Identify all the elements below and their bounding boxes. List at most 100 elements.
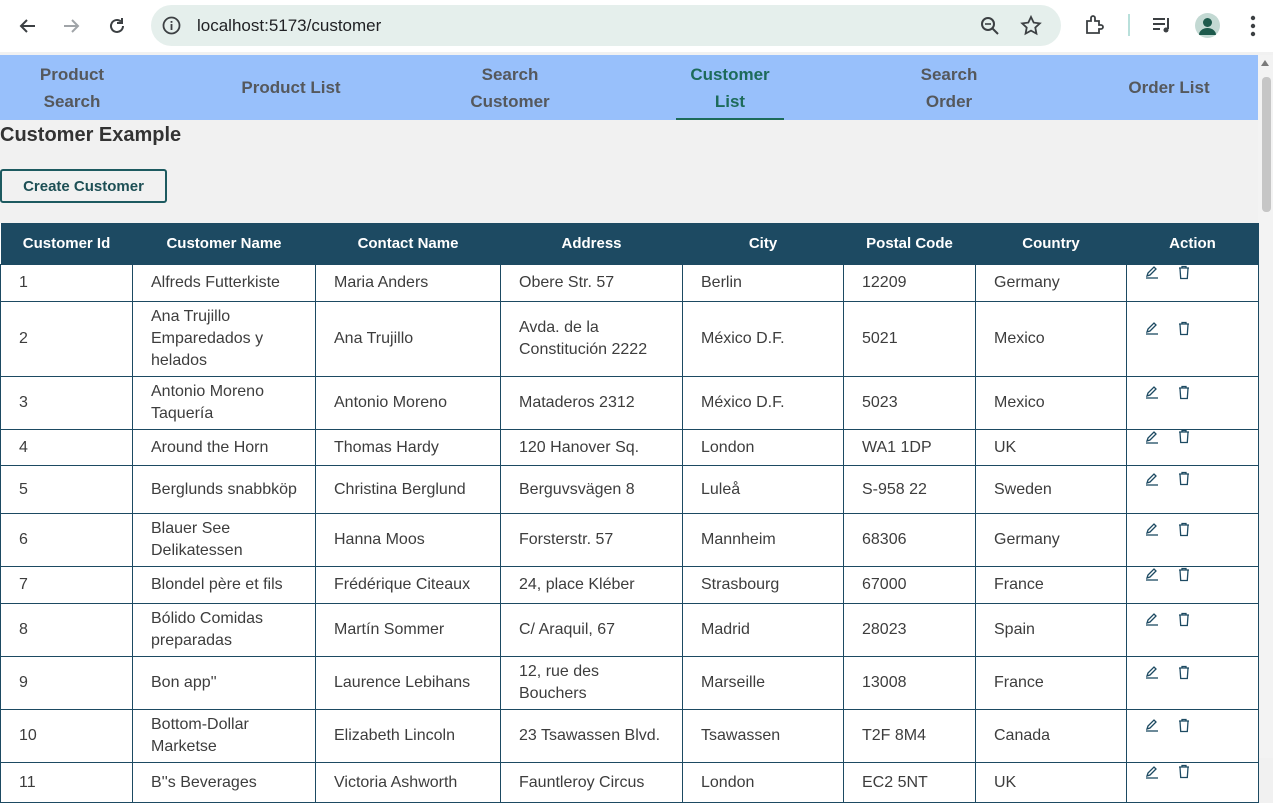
- customer-table: Customer Id Customer Name Contact Name Addr…: [0, 223, 1259, 803]
- column-header-postal-code: Postal Code: [843, 223, 976, 265]
- table-row: 1 Alfreds Futterkiste Maria Anders Obere St…: [0, 264, 1259, 302]
- back-button[interactable]: [13, 11, 43, 41]
- cell-city: Marseille: [682, 656, 844, 710]
- forward-arrow-icon: [64, 19, 80, 33]
- cell-country: Mexico: [975, 376, 1127, 430]
- delete-trash-icon[interactable]: [1177, 385, 1191, 400]
- cell-customer-id: 5: [0, 465, 133, 514]
- cell-country: Germany: [975, 264, 1127, 302]
- edit-icon[interactable]: [1145, 472, 1159, 486]
- cell-country: UK: [975, 429, 1127, 466]
- edit-icon[interactable]: [1145, 567, 1159, 581]
- cell-city: Tsawassen: [682, 709, 844, 763]
- cell-postal-code: T2F 8M4: [843, 709, 976, 763]
- reload-button[interactable]: [102, 11, 132, 41]
- cell-customer-name: Blondel père et fils: [132, 566, 316, 604]
- active-tab-indicator: [676, 118, 784, 120]
- tab-search-customer[interactable]: Search Customer: [455, 55, 565, 120]
- edit-icon[interactable]: [1145, 612, 1159, 626]
- delete-trash-icon[interactable]: [1177, 471, 1191, 486]
- cell-customer-id: 2: [0, 301, 133, 377]
- cell-address: 12, rue des Bouchers: [500, 656, 683, 710]
- cell-address: Avda. de la Constitución 2222: [500, 301, 683, 377]
- delete-trash-icon[interactable]: [1177, 718, 1191, 733]
- profile-avatar[interactable]: [1195, 13, 1220, 38]
- table-row: 8 Bólido Comidas preparadas Martín Sommer C…: [0, 603, 1259, 657]
- cell-postal-code: WA1 1DP: [843, 429, 976, 466]
- tab-product-search[interactable]: Product Search: [20, 55, 124, 120]
- table-row: 6 Blauer See Delikatessen Hanna Moos Forste…: [0, 513, 1259, 567]
- column-header-customer-id: Customer Id: [0, 223, 133, 265]
- cell-address: 23 Tsawassen Blvd.: [500, 709, 683, 763]
- cell-action: [1126, 656, 1259, 710]
- cell-action: [1126, 709, 1259, 763]
- tab-label: Search Customer: [470, 64, 550, 111]
- cell-country: UK: [975, 762, 1127, 803]
- cell-postal-code: S-958 22: [843, 465, 976, 514]
- zoom-icon[interactable]: [979, 15, 1001, 37]
- cell-postal-code: 28023: [843, 603, 976, 657]
- tab-order-list[interactable]: Order List: [1116, 55, 1222, 120]
- cell-country: Spain: [975, 603, 1127, 657]
- cell-customer-name: Antonio Moreno Taquería: [132, 376, 316, 430]
- tab-customer-list[interactable]: Customer List: [676, 55, 784, 120]
- tab-label: Customer List: [690, 64, 770, 111]
- delete-trash-icon[interactable]: [1177, 665, 1191, 680]
- cell-customer-id: 11: [0, 762, 133, 803]
- edit-icon[interactable]: [1145, 718, 1159, 732]
- url-text[interactable]: localhost:5173/customer: [197, 16, 381, 36]
- bookmark-star-icon[interactable]: [1019, 14, 1043, 38]
- edit-icon[interactable]: [1145, 522, 1159, 536]
- delete-trash-icon[interactable]: [1177, 567, 1191, 582]
- column-header-contact-name: Contact Name: [315, 223, 501, 265]
- edit-icon[interactable]: [1145, 385, 1159, 399]
- cell-city: Strasbourg: [682, 566, 844, 604]
- delete-trash-icon[interactable]: [1177, 429, 1191, 444]
- table-header-row: Customer Id Customer Name Contact Name Addr…: [0, 223, 1259, 265]
- cell-contact-name: Ana Trujillo: [315, 301, 501, 377]
- table-body: 1 Alfreds Futterkiste Maria Anders Obere St…: [0, 264, 1259, 803]
- delete-trash-icon[interactable]: [1177, 522, 1191, 537]
- edit-icon[interactable]: [1145, 265, 1159, 279]
- site-info-icon[interactable]: [161, 15, 182, 36]
- toolbar-separator: [1128, 14, 1130, 36]
- cell-city: México D.F.: [682, 376, 844, 430]
- cell-customer-name: Alfreds Futterkiste: [132, 264, 316, 302]
- tab-label: Order List: [1128, 78, 1210, 97]
- delete-trash-icon[interactable]: [1177, 321, 1191, 336]
- cell-customer-id: 10: [0, 709, 133, 763]
- page-title: Customer Example: [0, 124, 182, 146]
- media-controls-icon[interactable]: [1150, 13, 1174, 37]
- cell-country: France: [975, 656, 1127, 710]
- edit-icon[interactable]: [1145, 665, 1159, 679]
- tab-product-list[interactable]: Product List: [226, 55, 356, 120]
- kebab-menu-icon[interactable]: [1243, 14, 1263, 38]
- cell-city: Mannheim: [682, 513, 844, 567]
- cell-customer-id: 3: [0, 376, 133, 430]
- cell-city: Madrid: [682, 603, 844, 657]
- tab-search-order[interactable]: Search Order: [903, 55, 995, 120]
- extensions-puzzle-icon[interactable]: [1083, 13, 1107, 37]
- cell-contact-name: Martín Sommer: [315, 603, 501, 657]
- cell-country: Canada: [975, 709, 1127, 763]
- table-row: 5 Berglunds snabbköp Christina Berglund Ber…: [0, 465, 1259, 514]
- table-row: 9 Bon app'' Laurence Lebihans 12, rue des B…: [0, 656, 1259, 710]
- address-bar[interactable]: localhost:5173/customer: [151, 5, 1061, 46]
- delete-trash-icon[interactable]: [1177, 265, 1191, 280]
- cell-customer-id: 9: [0, 656, 133, 710]
- cell-action: [1126, 603, 1259, 657]
- cell-address: Mataderos 2312: [500, 376, 683, 430]
- delete-trash-icon[interactable]: [1177, 612, 1191, 627]
- edit-icon[interactable]: [1145, 430, 1159, 444]
- forward-button[interactable]: [56, 11, 86, 41]
- cell-customer-name: Blauer See Delikatessen: [132, 513, 316, 567]
- edit-icon[interactable]: [1145, 321, 1159, 335]
- scroll-up-arrow-icon[interactable]: [1261, 60, 1269, 66]
- table-row: 10 Bottom-Dollar Marketse Elizabeth Lincol…: [0, 709, 1259, 763]
- table-row: 3 Antonio Moreno Taquería Antonio Moreno Ma…: [0, 376, 1259, 430]
- cell-address: Fauntleroy Circus: [500, 762, 683, 803]
- scrollbar-thumb[interactable]: [1262, 77, 1271, 212]
- create-customer-button[interactable]: Create Customer: [0, 169, 167, 203]
- edit-icon[interactable]: [1145, 765, 1159, 779]
- delete-trash-icon[interactable]: [1177, 764, 1191, 779]
